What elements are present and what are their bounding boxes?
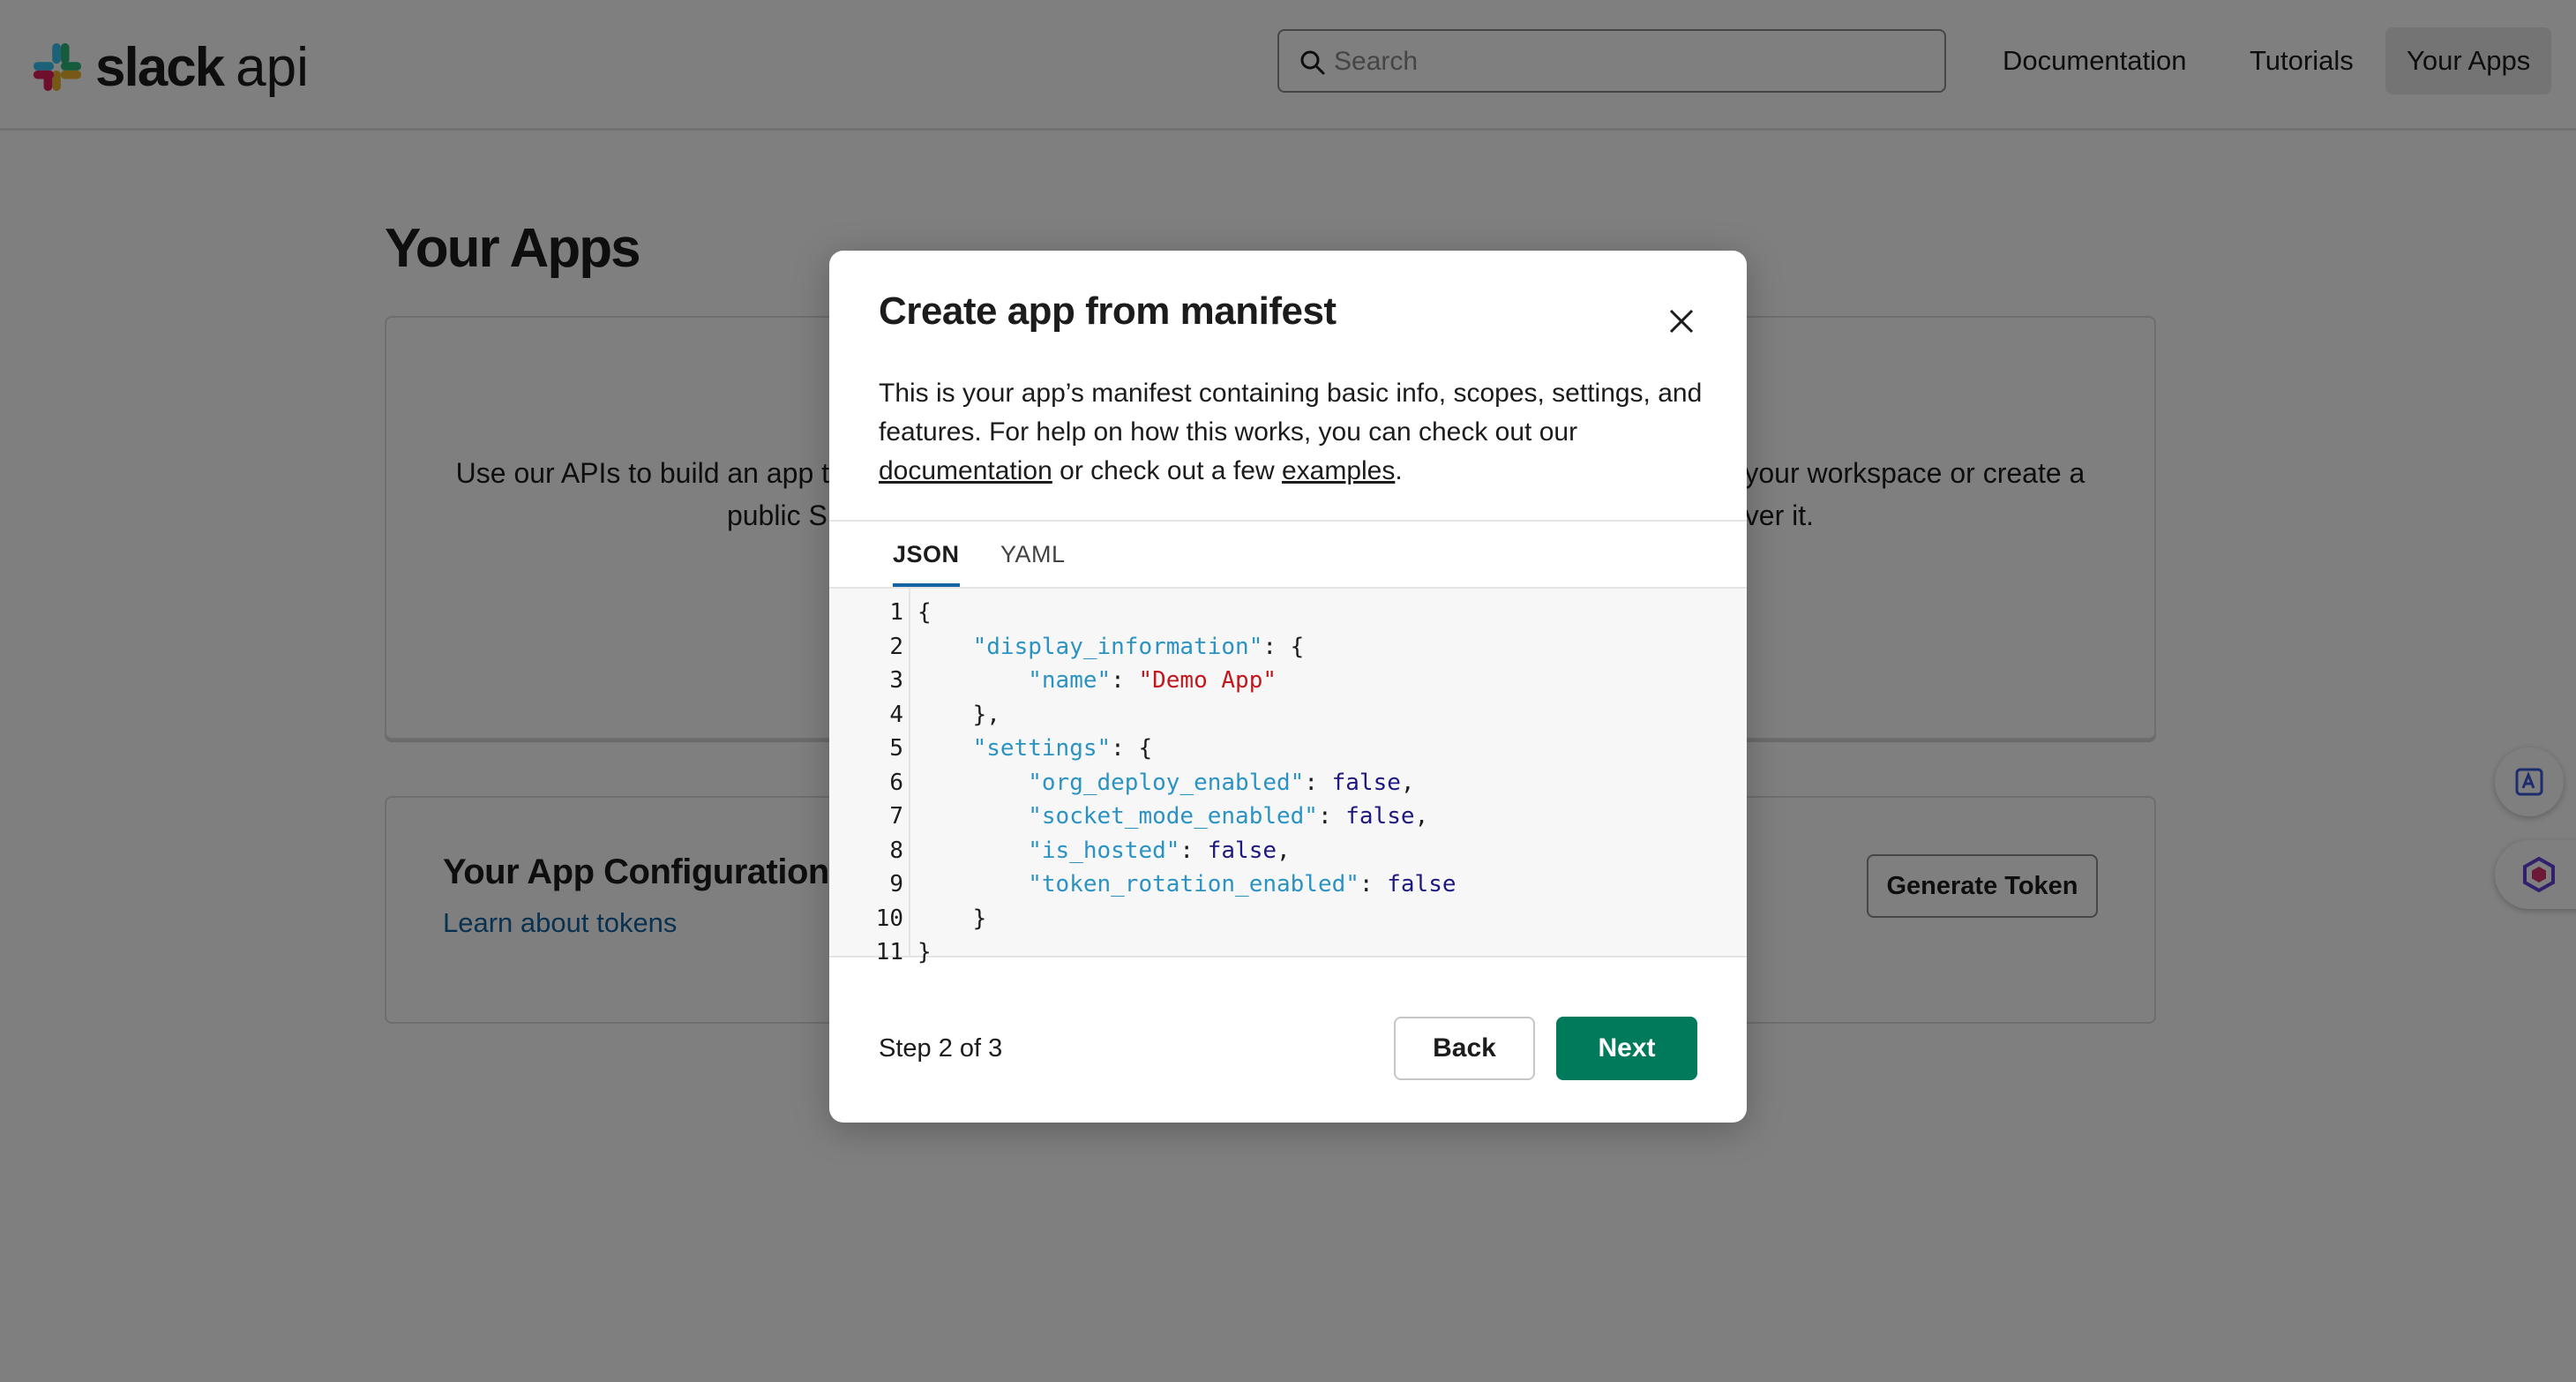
examples-link[interactable]: examples: [1282, 456, 1395, 485]
line-number: 8: [889, 837, 903, 864]
json-string-value: "Demo App": [1138, 667, 1277, 694]
json-key: "name": [1028, 667, 1112, 694]
line-number: 5: [889, 735, 903, 762]
tab-yaml[interactable]: YAML: [1000, 522, 1066, 587]
line-number: 1: [889, 599, 903, 626]
json-key: "token_rotation_enabled": [1028, 871, 1359, 898]
format-tabs: JSON YAML: [829, 520, 1747, 589]
modal-title: Create app from manifest: [879, 289, 1337, 333]
manifest-code-editor[interactable]: 1{2 "display_information": {3 "name": "D…: [829, 589, 1747, 965]
code-line: 7 "socket_mode_enabled": false,: [829, 800, 1747, 834]
code-line: 1{: [829, 596, 1747, 630]
json-boolean-value: false: [1387, 871, 1456, 898]
code-content: }: [972, 905, 987, 932]
create-app-manifest-modal: Create app from manifest This is your ap…: [829, 251, 1747, 1123]
code-content: {: [917, 599, 932, 626]
json-key: "socket_mode_enabled": [1028, 803, 1318, 830]
desc-part-3: .: [1395, 456, 1403, 485]
code-content: "token_rotation_enabled": false: [1028, 871, 1456, 898]
line-number: 9: [889, 871, 903, 898]
desc-part-2: or check out a few: [1052, 456, 1282, 485]
code-content: "name": "Demo App": [1028, 667, 1277, 694]
code-content: "socket_mode_enabled": false,: [1028, 803, 1429, 830]
code-line: 5 "settings": {: [829, 732, 1747, 766]
json-boolean-value: false: [1207, 837, 1277, 864]
code-content: "org_deploy_enabled": false,: [1028, 769, 1415, 796]
code-line: 9 "token_rotation_enabled": false: [829, 868, 1747, 902]
line-number: 11: [875, 939, 903, 965]
json-key: "settings": [972, 735, 1112, 762]
line-number: 10: [875, 905, 903, 932]
documentation-link[interactable]: documentation: [879, 456, 1052, 485]
code-line: 3 "name": "Demo App": [829, 664, 1747, 698]
close-icon: [1669, 309, 1694, 334]
line-number: 3: [889, 667, 903, 694]
code-line: 11}: [829, 935, 1747, 970]
code-line: 2 "display_information": {: [829, 630, 1747, 665]
code-content: "is_hosted": false,: [1028, 837, 1291, 864]
line-number: 7: [889, 803, 903, 830]
json-key: "org_deploy_enabled": [1028, 769, 1305, 796]
code-line: 6 "org_deploy_enabled": false,: [829, 766, 1747, 800]
next-button[interactable]: Next: [1556, 1017, 1697, 1080]
line-number: 2: [889, 633, 903, 660]
desc-part-1: This is your app’s manifest containing b…: [879, 379, 1703, 447]
step-indicator: Step 2 of 3: [879, 1034, 1003, 1063]
line-number: 4: [889, 701, 903, 728]
code-line: 10 }: [829, 902, 1747, 936]
code-content: }: [917, 939, 932, 965]
tab-json[interactable]: JSON: [893, 522, 960, 587]
back-button[interactable]: Back: [1394, 1017, 1535, 1080]
line-number: 6: [889, 769, 903, 796]
json-boolean-value: false: [1345, 803, 1415, 830]
close-button[interactable]: [1664, 304, 1699, 339]
code-content: },: [972, 701, 1000, 728]
code-line: 8 "is_hosted": false,: [829, 834, 1747, 868]
modal-description: This is your app’s manifest containing b…: [879, 374, 1708, 491]
code-content: "settings": {: [972, 735, 1153, 762]
code-line: 4 },: [829, 698, 1747, 732]
json-boolean-value: false: [1331, 769, 1401, 796]
code-content: "display_information": {: [972, 633, 1305, 660]
json-key: "is_hosted": [1028, 837, 1180, 864]
json-key: "display_information": [972, 633, 1263, 660]
